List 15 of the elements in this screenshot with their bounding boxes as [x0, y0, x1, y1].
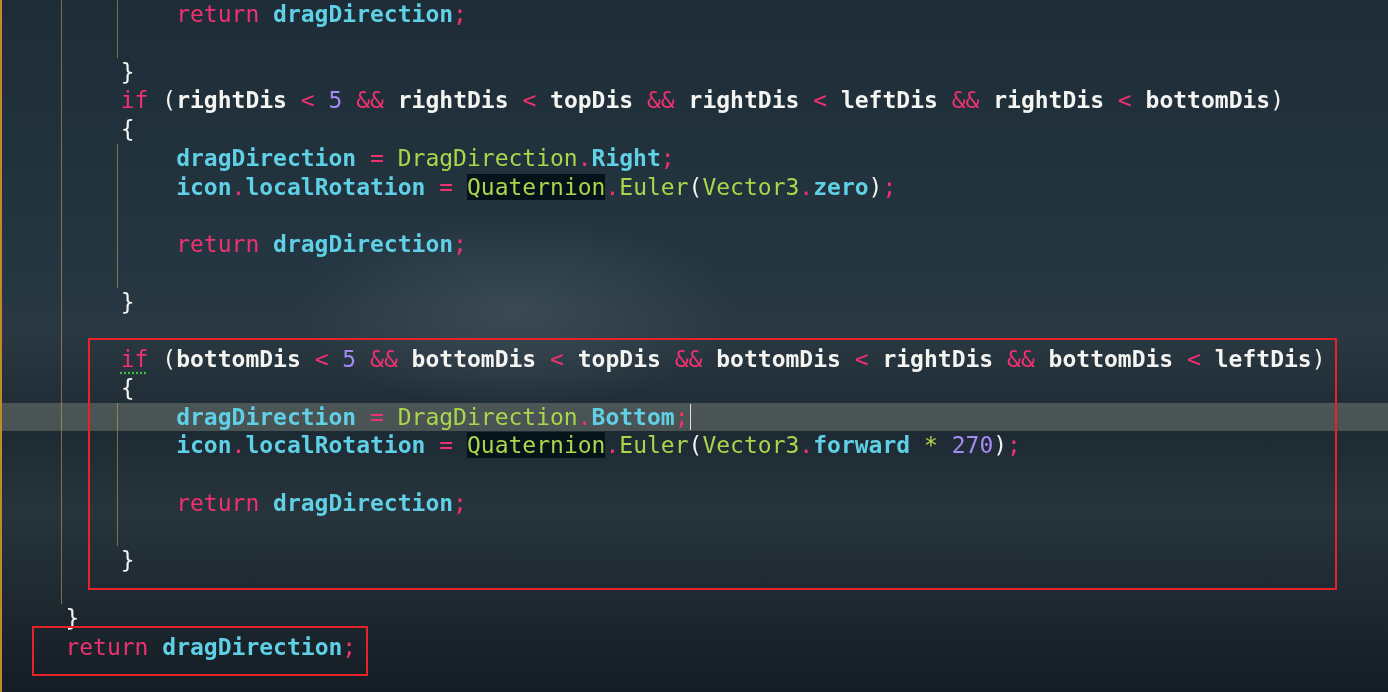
code-line: if (bottomDis < 5 && bottomDis < topDis && bottomDis < rightDis && bottomDis < leftDis)	[120, 345, 1326, 374]
code-line: icon.localRotation = Quaternion.Euler(Vector3.forward * 270);	[176, 431, 1021, 460]
code-line: }	[120, 57, 135, 87]
code-line: dragDirection = DragDirection.Bottom;	[176, 402, 689, 432]
code-line: return dragDirection;	[176, 0, 467, 29]
code-line: }	[120, 546, 135, 575]
code-line: if (rightDis < 5 && rightDis < topDis && rightDis < leftDis && rightDis < bottomDis)	[120, 86, 1285, 115]
code-line: return dragDirection;	[176, 488, 467, 518]
code-line: return dragDirection;	[176, 230, 467, 259]
code-line: return dragDirection;	[65, 632, 357, 662]
code-line: {	[120, 373, 135, 403]
code-line: }	[120, 287, 135, 317]
code-line: dragDirection = DragDirection.Right;	[176, 143, 675, 173]
code-line: icon.localRotation = Quaternion.Euler(Vector3.zero);	[176, 172, 897, 202]
code-line: {	[120, 115, 135, 144]
